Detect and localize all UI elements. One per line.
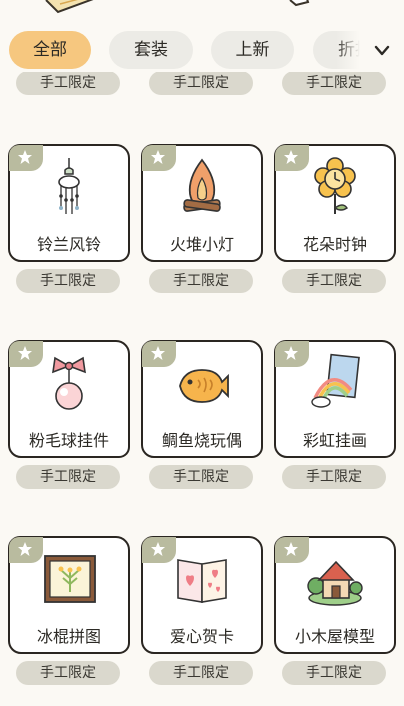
favorite-tab[interactable] xyxy=(275,537,309,563)
product-card-frame: 粉毛球挂件 xyxy=(8,340,130,458)
product-name: 花朵时钟 xyxy=(302,235,367,254)
product-name: 鲷鱼烧玩偶 xyxy=(161,431,242,450)
product-card-frame: 鲷鱼烧玩偶 xyxy=(141,340,263,458)
limited-badge: 手工限定 xyxy=(16,269,120,293)
product-name: 彩虹挂画 xyxy=(302,431,367,450)
favorite-tab[interactable] xyxy=(275,341,309,367)
product-name: 爱心贺卡 xyxy=(169,627,234,646)
product-card-frame: 冰棍拼图 xyxy=(8,536,130,654)
star-icon xyxy=(151,150,165,164)
product-name: 火堆小灯 xyxy=(169,235,234,254)
taiyaki-icon xyxy=(179,369,229,403)
pink-pompom-icon xyxy=(52,356,86,410)
star-icon xyxy=(18,542,32,556)
rainbow-painting-icon xyxy=(311,353,360,408)
product-card-frame: 爱心贺卡 xyxy=(141,536,263,654)
product-card-frame: 花朵时钟 xyxy=(274,144,396,262)
product-name: 铃兰风铃 xyxy=(36,235,101,254)
product-card-frame: 彩虹挂画 xyxy=(274,340,396,458)
product-card-frame: 小木屋模型 xyxy=(274,536,396,654)
favorite-tab[interactable] xyxy=(275,145,309,171)
product-card-frame: 铃兰风铃 xyxy=(8,144,130,262)
popsicle-puzzle-icon xyxy=(44,555,96,603)
limited-badge: 手工限定 xyxy=(282,465,386,489)
product-name: 冰棍拼图 xyxy=(36,627,101,646)
limited-badge: 手工限定 xyxy=(149,72,253,95)
limited-badge: 手工限定 xyxy=(149,661,253,685)
cabin-model-icon xyxy=(307,560,363,606)
tab-all[interactable]: 全部 xyxy=(9,31,91,69)
product-card-frame: 火堆小灯 xyxy=(141,144,263,262)
limited-badge: 手工限定 xyxy=(282,661,386,685)
limited-badge: 手工限定 xyxy=(16,72,120,95)
product-grid: 手工限定 手工限定 手工限定 铃兰风铃 手工限定 火堆小灯 手工限定 花朵时钟 … xyxy=(0,72,404,706)
star-icon xyxy=(151,346,165,360)
tab-sets[interactable]: 套装 xyxy=(109,31,193,69)
star-icon xyxy=(18,346,32,360)
favorite-tab[interactable] xyxy=(9,145,43,171)
top-decoration xyxy=(0,0,404,24)
star-icon xyxy=(284,150,298,164)
love-card-icon xyxy=(177,559,227,603)
limited-badge: 手工限定 xyxy=(282,72,386,95)
star-icon xyxy=(18,150,32,164)
expand-categories-button[interactable] xyxy=(368,38,396,64)
star-icon xyxy=(284,346,298,360)
favorite-tab[interactable] xyxy=(9,537,43,563)
favorite-tab[interactable] xyxy=(142,341,176,367)
limited-badge: 手工限定 xyxy=(149,465,253,489)
limited-badge: 手工限定 xyxy=(282,269,386,293)
product-name: 粉毛球挂件 xyxy=(28,431,109,450)
flower-clock-icon xyxy=(314,157,356,214)
star-icon xyxy=(284,542,298,556)
campfire-lamp-icon xyxy=(183,158,221,212)
favorite-tab[interactable] xyxy=(142,145,176,171)
category-tabs: 全部 套装 上新 折扣 xyxy=(0,30,404,72)
favorite-tab[interactable] xyxy=(9,341,43,367)
chevron-down-icon xyxy=(374,45,390,56)
limited-badge: 手工限定 xyxy=(16,465,120,489)
limited-badge: 手工限定 xyxy=(149,269,253,293)
star-icon xyxy=(151,542,165,556)
product-name: 小木屋模型 xyxy=(294,627,375,646)
tab-new[interactable]: 上新 xyxy=(211,31,294,69)
limited-badge: 手工限定 xyxy=(16,661,120,685)
favorite-tab[interactable] xyxy=(142,537,176,563)
wind-chime-icon xyxy=(58,158,80,214)
banner-illustration-icon xyxy=(45,0,310,14)
